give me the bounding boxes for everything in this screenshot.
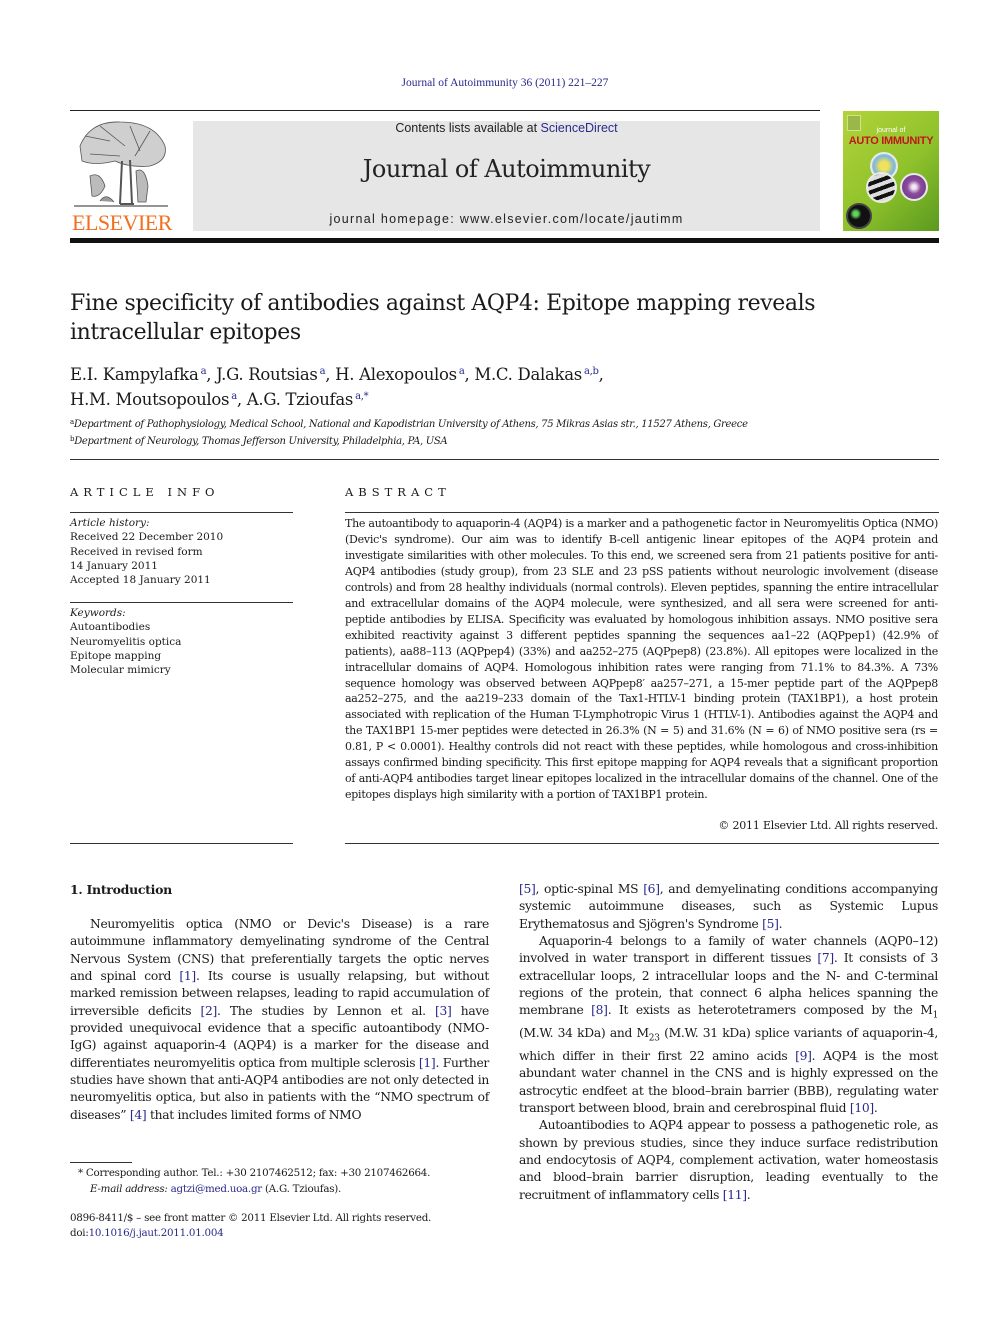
keywords-label: Keywords: [70, 607, 126, 619]
divider [345, 512, 939, 513]
header-thick-rule [70, 238, 939, 243]
divider [70, 602, 293, 603]
citation-link[interactable]: [1] [179, 969, 196, 983]
sciencedirect-link[interactable]: ScienceDirect [541, 121, 618, 135]
citation-link[interactable]: [8] [591, 1003, 608, 1017]
affiliation-link[interactable]: a,* [355, 391, 369, 402]
affiliation: aDepartment of Pathophysiology, Medical … [70, 418, 748, 430]
text-run: . The studies by Lennon et al. [217, 1003, 435, 1018]
text-run: . It exists as heterotetramers composed … [607, 1003, 933, 1018]
citation-link[interactable]: [1] [419, 1056, 436, 1070]
abstract-heading: ABSTRACT [345, 485, 451, 499]
front-matter-info: 0896-8411/$ – see front matter © 2011 El… [70, 1211, 510, 1241]
cover-title: AUTO IMMUNITY [848, 135, 934, 147]
keyword: Epitope mapping [70, 649, 162, 662]
history-item: 14 January 2011 [70, 559, 158, 572]
divider [70, 843, 293, 844]
email-suffix: (A.G. Tzioufas). [261, 1183, 342, 1195]
subscript: 23 [648, 1033, 660, 1044]
keyword: Autoantibodies [70, 621, 151, 634]
footnote-rule [70, 1162, 132, 1163]
body-paragraph: [5], optic-spinal MS [6], and demyelinat… [519, 881, 938, 933]
body-column-right: [5], optic-spinal MS [6], and demyelinat… [519, 881, 938, 1204]
author-list: E.I. Kampylafka a, J.G. Routsias a, H. Ale… [70, 365, 604, 409]
affiliation-link[interactable]: a [459, 366, 465, 377]
author[interactable]: J.G. Routsias a [216, 365, 325, 384]
article-history: Article history: Received 22 December 20… [70, 516, 293, 587]
cover-micrograph-icon [866, 172, 897, 203]
cover-micrograph-icon [846, 203, 872, 229]
author[interactable]: A.G. Tzioufas a,* [247, 390, 369, 409]
corresponding-author-note: * Corresponding author. Tel.: +30 210746… [78, 1167, 431, 1179]
author[interactable]: H.M. Moutsopoulos a [70, 390, 237, 409]
header-rule [70, 110, 820, 111]
tree-icon [74, 121, 168, 207]
keyword: Neuromyelitis optica [70, 635, 182, 648]
text-run: that includes limited forms of NMO [146, 1107, 362, 1122]
history-item: Received in revised form [70, 545, 203, 558]
citation-link[interactable]: [9] [795, 1049, 812, 1063]
history-label: Article history: [70, 517, 150, 529]
text-run: . [778, 916, 783, 931]
citation-link[interactable]: [10] [850, 1101, 874, 1115]
author[interactable]: H. Alexopoulos a [335, 365, 465, 384]
text-run: . [873, 1101, 878, 1116]
body-paragraph: Autoantibodies to AQP4 appear to possess… [519, 1117, 938, 1204]
body-column-left: Neuromyelitis optica (NMO or Devic's Dis… [70, 916, 489, 1124]
keywords: Keywords: Autoantibodies Neuromyelitis o… [70, 606, 293, 677]
history-item: Accepted 18 January 2011 [70, 574, 211, 587]
front-matter-line: 0896-8411/$ – see front matter © 2011 El… [70, 1212, 432, 1224]
history-item: Received 22 December 2010 [70, 531, 224, 544]
cover-journal-of: journal of [876, 127, 906, 134]
affiliation-link[interactable]: a,b [584, 366, 599, 377]
keyword: Molecular mimicry [70, 664, 171, 677]
divider [70, 459, 939, 460]
corresponding-author-footnote: * Corresponding author. Tel.: +30 210746… [78, 1165, 498, 1197]
author[interactable]: M.C. Dalakas a,b [474, 365, 599, 384]
body-paragraph: Aquaporin-4 belongs to a family of water… [519, 933, 938, 1117]
body-paragraph: Neuromyelitis optica (NMO or Devic's Dis… [70, 916, 489, 1124]
text-run: (M.W. 34 kDa) and M [519, 1026, 649, 1041]
section-heading-introduction: 1. Introduction [70, 882, 172, 897]
abstract-copyright: © 2011 Elsevier Ltd. All rights reserved… [718, 819, 938, 832]
text-run: . [746, 1187, 751, 1202]
article-info-heading: ARTICLE INFO [70, 485, 220, 499]
contents-line: Contents lists available at ScienceDirec… [193, 121, 820, 135]
divider [70, 512, 293, 513]
citation-link[interactable]: [3] [435, 1004, 452, 1018]
affiliation-link[interactable]: a [201, 366, 207, 377]
affiliation-link[interactable]: a [231, 391, 237, 402]
journal-citation-link[interactable]: Journal of Autoimmunity 36 (2011) 221–22… [0, 77, 992, 89]
contents-prefix: Contents lists available at [395, 121, 541, 135]
citation-link[interactable]: [5] [519, 882, 536, 896]
author[interactable]: E.I. Kampylafka a [70, 365, 207, 384]
citation-link[interactable]: [7] [817, 951, 834, 965]
affiliation-link[interactable]: a [320, 366, 326, 377]
elsevier-wordmark: ELSEVIER [72, 210, 172, 235]
cover-micrograph-icon [900, 173, 928, 201]
citation-link[interactable]: [4] [130, 1108, 147, 1122]
divider [345, 843, 939, 844]
journal-homepage-link[interactable]: journal homepage: www.elsevier.com/locat… [193, 212, 820, 226]
subscript: 1 [932, 1010, 939, 1021]
citation-link[interactable]: [11] [723, 1188, 747, 1202]
citation-link[interactable]: [5] [762, 917, 779, 931]
citation-link[interactable]: [2] [201, 1004, 218, 1018]
abstract-text: The autoantibody to aquaporin-4 (AQP4) i… [345, 517, 938, 802]
article-title: Fine specificity of antibodies against A… [70, 291, 816, 345]
affiliations: aDepartment of Pathophysiology, Medical … [70, 415, 930, 449]
email-label: E-mail address: [90, 1183, 168, 1195]
journal-cover-image[interactable]: journal of AUTO IMMUNITY [843, 111, 939, 231]
email-link[interactable]: agtzi@med.uoa.gr [171, 1183, 263, 1195]
journal-name: Journal of Autoimmunity [362, 155, 651, 183]
email-line: E-mail address: agtzi@med.uoa.gr (A.G. T… [78, 1181, 498, 1197]
doi-link[interactable]: 10.1016/j.jaut.2011.01.004 [89, 1227, 224, 1239]
affiliation: bDepartment of Neurology, Thomas Jeffers… [70, 435, 448, 447]
text-run: , optic-spinal MS [535, 882, 644, 896]
doi-line: doi:10.1016/j.jaut.2011.01.004 [70, 1227, 224, 1239]
citation-link[interactable]: [6] [643, 882, 660, 896]
